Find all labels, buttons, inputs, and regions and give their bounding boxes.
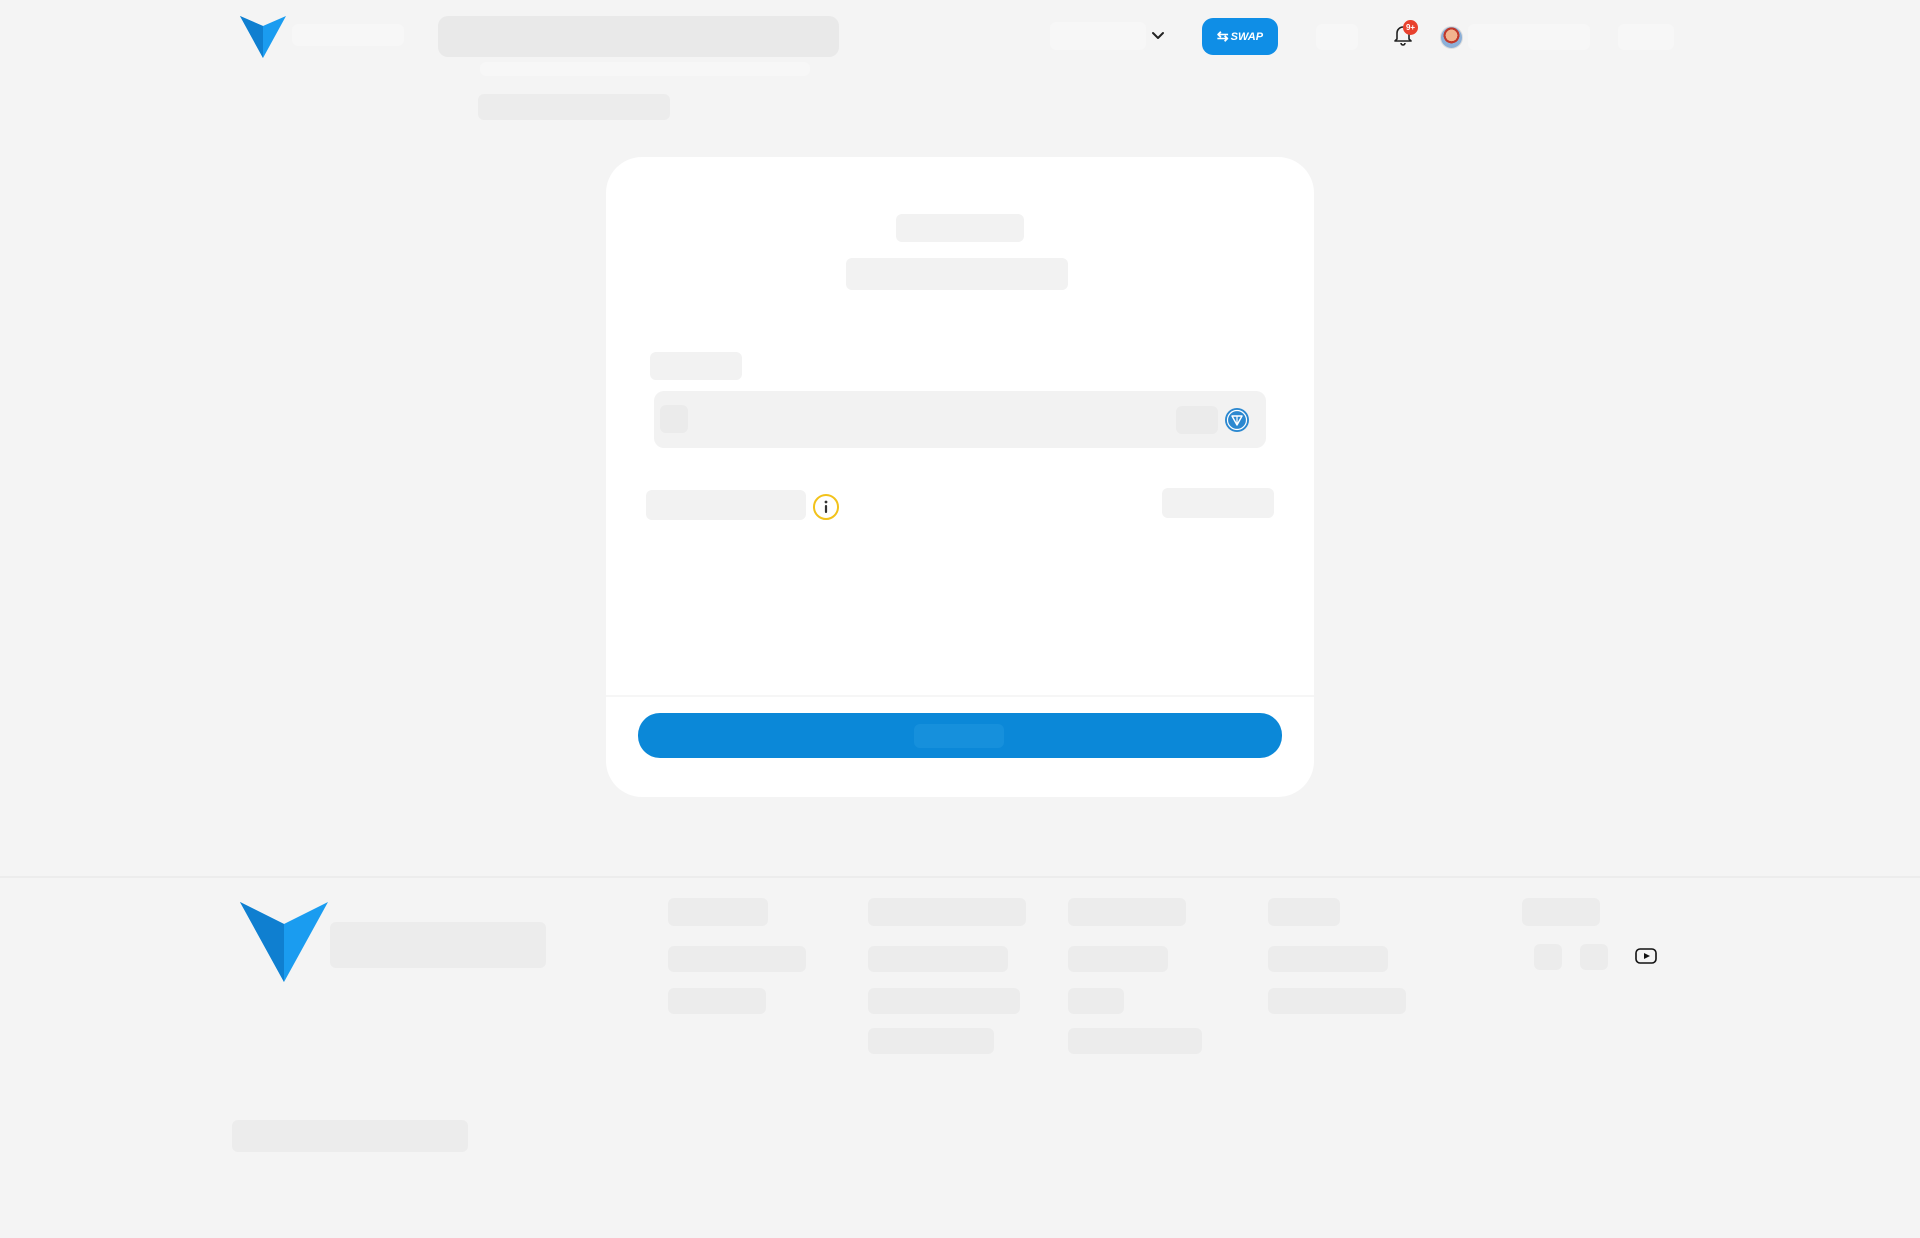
footer-divider bbox=[0, 876, 1920, 878]
swap-button-label: SWAP bbox=[1230, 30, 1264, 43]
footer-col2-heading-placeholder bbox=[868, 898, 1026, 926]
amount-value-placeholder bbox=[660, 405, 688, 433]
avatar[interactable] bbox=[1440, 26, 1463, 49]
search-hint-placeholder bbox=[480, 62, 810, 76]
breadcrumb-placeholder bbox=[478, 94, 670, 120]
footer-link-placeholder[interactable] bbox=[668, 946, 806, 972]
card-divider bbox=[606, 695, 1314, 697]
brand-name-placeholder bbox=[292, 24, 404, 46]
social-icon-placeholder[interactable] bbox=[1580, 944, 1608, 970]
field-label-placeholder bbox=[650, 352, 742, 380]
footer-link-placeholder[interactable] bbox=[668, 988, 766, 1014]
footer-col3-heading-placeholder bbox=[1068, 898, 1186, 926]
footer-link-placeholder[interactable] bbox=[868, 946, 1008, 972]
youtube-icon[interactable] bbox=[1635, 948, 1657, 964]
footer-social-heading-placeholder bbox=[1522, 898, 1600, 926]
header-link-placeholder[interactable] bbox=[1316, 24, 1358, 50]
footer-brand-placeholder bbox=[330, 922, 546, 968]
chevron-down-icon[interactable] bbox=[1150, 28, 1166, 44]
notification-badge: 9+ bbox=[1403, 20, 1418, 35]
network-selector-label-placeholder[interactable] bbox=[1050, 22, 1146, 50]
token-icon[interactable] bbox=[1224, 407, 1250, 433]
footer-link-placeholder[interactable] bbox=[868, 988, 1020, 1014]
max-button-placeholder[interactable] bbox=[1176, 406, 1218, 434]
footer-link-placeholder[interactable] bbox=[1068, 946, 1168, 972]
logo-icon[interactable] bbox=[240, 902, 328, 982]
footer-link-placeholder[interactable] bbox=[1068, 988, 1124, 1014]
submit-label-placeholder bbox=[914, 724, 1004, 748]
footer-link-placeholder[interactable] bbox=[1268, 946, 1388, 972]
footer-link-placeholder[interactable] bbox=[868, 1028, 994, 1054]
amount-input[interactable] bbox=[654, 391, 1266, 448]
swap-arrows-icon: ⇆ bbox=[1216, 28, 1229, 44]
social-icon-placeholder[interactable] bbox=[1534, 944, 1562, 970]
footer-col1-heading-placeholder bbox=[668, 898, 768, 926]
footer-link-placeholder[interactable] bbox=[1268, 988, 1406, 1014]
fee-value-placeholder bbox=[1162, 488, 1274, 518]
footer-link-placeholder[interactable] bbox=[1068, 1028, 1202, 1054]
username-placeholder[interactable] bbox=[1468, 24, 1590, 50]
info-icon[interactable] bbox=[812, 493, 840, 521]
logo-icon[interactable] bbox=[240, 16, 286, 58]
withdraw-card bbox=[606, 157, 1314, 797]
fee-label-placeholder bbox=[646, 490, 806, 520]
card-subtitle-placeholder bbox=[846, 258, 1068, 290]
search-input[interactable] bbox=[438, 16, 839, 57]
card-title-placeholder bbox=[896, 214, 1024, 242]
footer-col4-heading-placeholder bbox=[1268, 898, 1340, 926]
copyright-placeholder bbox=[232, 1120, 468, 1152]
header-menu-placeholder[interactable] bbox=[1618, 24, 1674, 50]
swap-button[interactable]: ⇆ SWAP bbox=[1202, 18, 1278, 55]
